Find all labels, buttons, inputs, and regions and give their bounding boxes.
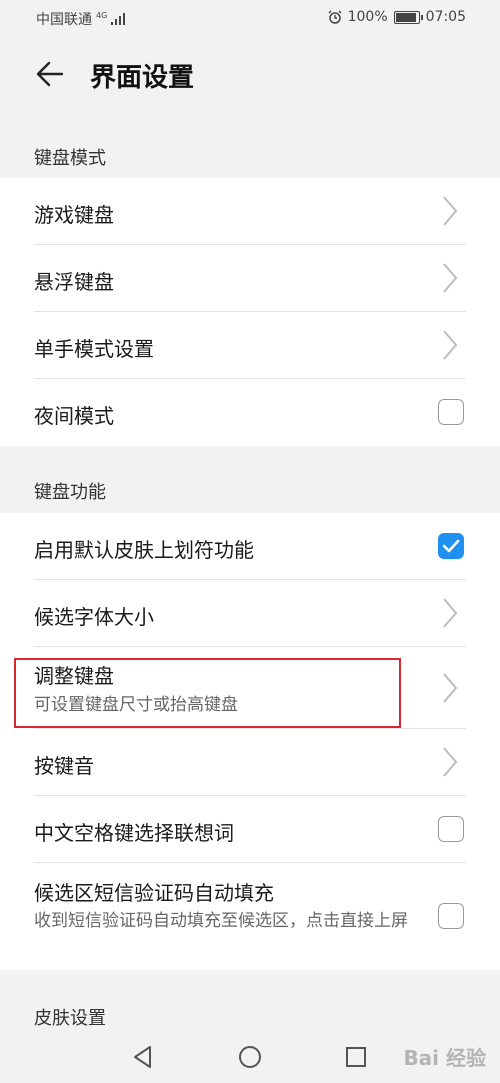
keyboard-mode-group: 游戏键盘 悬浮键盘 单手模式设置 夜间模式 — [0, 178, 500, 446]
chevron-right-icon — [443, 747, 458, 777]
recents-square-icon[interactable] — [343, 1044, 369, 1070]
list-item-candidate-font-size[interactable]: 候选字体大小 — [0, 580, 500, 647]
sms-autofill-checkbox[interactable] — [438, 903, 464, 929]
item-label: 单手模式设置 — [34, 337, 154, 361]
home-circle-icon[interactable] — [237, 1044, 263, 1070]
check-icon — [442, 539, 460, 553]
carrier-label: 中国联通 — [36, 12, 92, 28]
app-bar: 界面设置 — [0, 36, 500, 112]
keyboard-function-group: 启用默认皮肤上划符功能 候选字体大小 调整键盘 可设置键盘尺寸或抬高键盘 按键音… — [0, 513, 500, 970]
back-triangle-icon[interactable] — [130, 1044, 156, 1070]
signal-icon — [111, 13, 126, 25]
list-item-adjust-keyboard[interactable]: 调整键盘 可设置键盘尺寸或抬高键盘 — [0, 647, 500, 729]
status-bar: 中国联通 4G 100% 07:05 — [0, 0, 500, 36]
battery-icon — [393, 10, 423, 24]
item-label: 候选区短信验证码自动填充 — [34, 881, 274, 905]
battery-percent: 100% — [347, 9, 388, 25]
swipe-symbols-checkbox[interactable] — [438, 533, 464, 559]
chevron-right-icon — [443, 330, 458, 360]
list-item-swipe-symbols[interactable]: 启用默认皮肤上划符功能 — [0, 513, 500, 580]
item-label: 按键音 — [34, 754, 94, 778]
navigation-bar: Bai 经验 — [0, 1029, 500, 1083]
alarm-icon — [328, 10, 342, 24]
section-header-skin: 皮肤设置 — [0, 970, 500, 1029]
item-label: 中文空格键选择联想词 — [34, 821, 234, 845]
list-item-floating-keyboard[interactable]: 悬浮键盘 — [0, 245, 500, 312]
list-item-key-sound[interactable]: 按键音 — [0, 729, 500, 796]
section-title: 键盘功能 — [34, 482, 106, 503]
night-mode-checkbox[interactable] — [438, 399, 464, 425]
section-header-keyboard-mode: 键盘模式 — [0, 112, 500, 178]
section-title: 键盘模式 — [34, 148, 106, 169]
list-item-sms-code-autofill[interactable]: 候选区短信验证码自动填充 收到短信验证码自动填充至候选区，点击直接上屏 — [0, 863, 500, 970]
chevron-right-icon — [443, 673, 458, 703]
item-label: 夜间模式 — [34, 404, 114, 428]
back-arrow-icon[interactable] — [34, 58, 66, 90]
item-label: 启用默认皮肤上划符功能 — [34, 538, 254, 562]
battery-level-fill — [395, 12, 416, 22]
list-item-one-hand-mode[interactable]: 单手模式设置 — [0, 312, 500, 379]
item-label: 游戏键盘 — [34, 203, 114, 227]
page-title: 界面设置 — [90, 63, 195, 93]
list-item-space-select-prediction[interactable]: 中文空格键选择联想词 — [0, 796, 500, 863]
item-label: 调整键盘 — [34, 664, 114, 688]
list-item-night-mode[interactable]: 夜间模式 — [0, 379, 500, 446]
chevron-right-icon — [443, 598, 458, 628]
section-header-keyboard-function: 键盘功能 — [0, 446, 500, 513]
item-label: 悬浮键盘 — [34, 270, 114, 294]
watermark-logo: Bai 经验 — [403, 1046, 486, 1070]
space-select-checkbox[interactable] — [438, 816, 464, 842]
chevron-right-icon — [443, 196, 458, 226]
section-title: 皮肤设置 — [34, 1008, 106, 1029]
chevron-right-icon — [443, 263, 458, 293]
item-subtitle: 可设置键盘尺寸或抬高键盘 — [34, 695, 238, 715]
item-subtitle: 收到短信验证码自动填充至候选区，点击直接上屏 — [34, 911, 408, 931]
item-label: 候选字体大小 — [34, 605, 154, 629]
network-type-label: 4G — [96, 11, 108, 20]
list-item-game-keyboard[interactable]: 游戏键盘 — [0, 178, 500, 245]
clock: 07:05 — [425, 9, 466, 25]
